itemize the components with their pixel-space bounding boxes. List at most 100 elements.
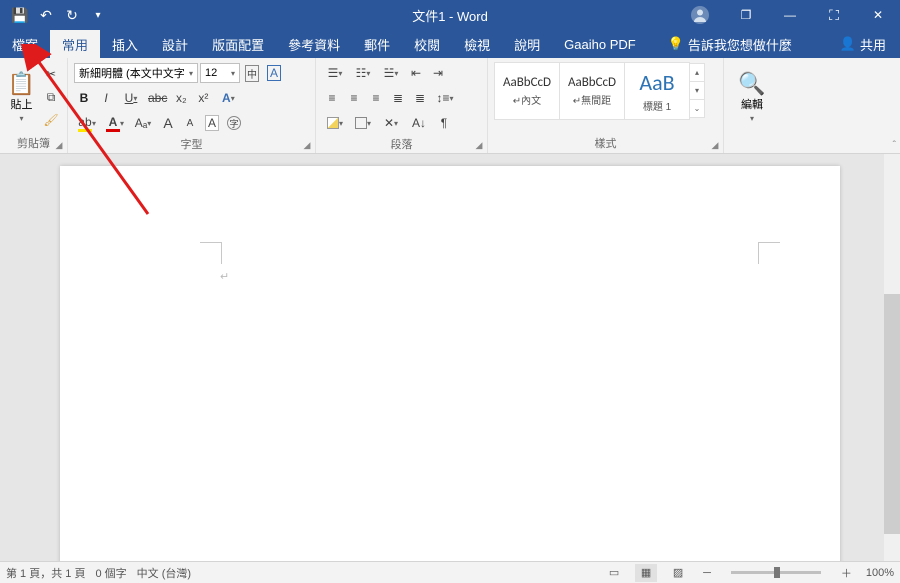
increase-indent-button[interactable]: ⇥ xyxy=(428,63,448,83)
underline-button[interactable]: U▾ xyxy=(118,88,144,108)
style-gallery-more[interactable]: ⌄ xyxy=(689,99,705,118)
text-effects-button[interactable]: A▾ xyxy=(215,88,241,108)
tab-view[interactable]: 檢視 xyxy=(452,30,502,58)
style-normal[interactable]: AaBbCcD ↵內文 xyxy=(494,62,560,120)
editing-button[interactable]: 🔍 編輯 ▾ xyxy=(732,62,772,132)
align-right-button[interactable]: ≡ xyxy=(366,88,386,108)
tab-file[interactable]: 檔案 xyxy=(0,30,50,58)
qat-more-icon[interactable]: ▾ xyxy=(86,3,110,27)
copy-button[interactable]: ⧉ xyxy=(41,87,61,107)
redo-icon[interactable]: ↻ xyxy=(60,3,84,27)
lightbulb-icon: 💡 xyxy=(668,36,684,52)
share-button[interactable]: 👤 共用 xyxy=(826,30,900,58)
tab-home[interactable]: 常用 xyxy=(50,30,100,58)
shading-button[interactable]: ▾ xyxy=(322,113,348,133)
clipboard-dialog-launcher[interactable]: ◢ xyxy=(53,139,65,151)
align-center-button[interactable]: ≡ xyxy=(344,88,364,108)
char-border-button[interactable]: A xyxy=(264,63,284,83)
format-painter-button[interactable]: 🖌 xyxy=(41,110,61,130)
italic-button[interactable]: I xyxy=(96,88,116,108)
highlight-button[interactable]: ab▾ xyxy=(74,113,100,133)
tab-gaaiho-pdf[interactable]: Gaaiho PDF xyxy=(552,30,648,58)
shrink-font-button[interactable]: A xyxy=(180,113,200,133)
style-heading-1[interactable]: AaB 標題 1 xyxy=(624,62,690,120)
paragraph-dialog-launcher[interactable]: ◢ xyxy=(473,139,485,151)
multilevel-button[interactable]: ☱▾ xyxy=(378,63,404,83)
font-dialog-launcher[interactable]: ◢ xyxy=(301,139,313,151)
tab-layout[interactable]: 版面配置 xyxy=(200,30,276,58)
minimize-icon[interactable]: — xyxy=(768,0,812,30)
tab-design[interactable]: 設計 xyxy=(150,30,200,58)
style-preview: AaBbCcD xyxy=(503,75,551,90)
phonetic-icon: 中 xyxy=(245,65,259,82)
font-size-value: 12 xyxy=(205,67,217,79)
zoom-out-button[interactable]: ─ xyxy=(699,567,715,579)
cut-icon: ✂ xyxy=(46,67,56,81)
justify-button[interactable]: ≣ xyxy=(388,88,408,108)
user-account-icon[interactable] xyxy=(684,3,716,27)
show-marks-button[interactable]: ¶ xyxy=(434,113,454,133)
style-no-spacing[interactable]: AaBbCcD ↵無間距 xyxy=(559,62,625,120)
view-read-mode[interactable]: ▭ xyxy=(603,564,625,582)
line-spacing-button[interactable]: ↕≡▾ xyxy=(432,88,458,108)
status-language[interactable]: 中文 (台灣) xyxy=(137,565,191,581)
zoom-thumb[interactable] xyxy=(774,567,780,578)
decrease-indent-button[interactable]: ⇤ xyxy=(406,63,426,83)
distribute-button[interactable]: ≣ xyxy=(410,88,430,108)
view-print-layout[interactable]: ▦ xyxy=(635,564,657,582)
tell-me-label: 告訴我您想做什麼 xyxy=(688,35,792,54)
zoom-slider[interactable] xyxy=(731,571,821,574)
styles-dialog-launcher[interactable]: ◢ xyxy=(709,139,721,151)
line-spacing-icon: ↕≡ xyxy=(436,91,449,105)
numbering-icon: ☷ xyxy=(356,66,367,80)
find-icon: 🔍 xyxy=(738,71,765,97)
strikethrough-button[interactable]: abc xyxy=(146,88,169,108)
change-case-button[interactable]: Aₐ▾ xyxy=(130,113,156,133)
status-word-count[interactable]: 0 個字 xyxy=(95,565,126,581)
zoom-level[interactable]: 100% xyxy=(866,567,894,579)
group-editing-label xyxy=(730,137,774,151)
clear-formatting-button[interactable]: A xyxy=(202,113,222,133)
bullets-button[interactable]: ☰▾ xyxy=(322,63,348,83)
style-row-down[interactable]: ▾ xyxy=(689,81,705,100)
web-layout-icon: ▨ xyxy=(673,566,683,579)
tab-insert[interactable]: 插入 xyxy=(100,30,150,58)
tab-references[interactable]: 參考資料 xyxy=(276,30,352,58)
grow-font-button[interactable]: A xyxy=(158,113,178,133)
cut-button[interactable]: ✂ xyxy=(41,64,61,84)
maximize-icon[interactable]: ⛶ xyxy=(812,0,856,30)
superscript-button[interactable]: x² xyxy=(193,88,213,108)
font-name-selector[interactable]: 新細明體 (本文中文字▾ xyxy=(74,63,198,83)
tab-review[interactable]: 校閱 xyxy=(402,30,452,58)
font-size-selector[interactable]: 12▾ xyxy=(200,63,240,83)
phonetic-guide-button[interactable]: 中 xyxy=(242,63,262,83)
share-icon: 👤 xyxy=(840,36,856,52)
scrollbar-thumb[interactable] xyxy=(884,294,900,534)
zoom-in-button[interactable]: ＋ xyxy=(837,565,856,581)
asian-layout-button[interactable]: ✕▾ xyxy=(378,113,404,133)
save-icon[interactable]: 💾 xyxy=(8,3,32,27)
tab-help[interactable]: 說明 xyxy=(502,30,552,58)
enclose-char-button[interactable]: 字 xyxy=(224,113,244,133)
align-left-button[interactable]: ≡ xyxy=(322,88,342,108)
vertical-scrollbar[interactable] xyxy=(884,154,900,561)
style-row-up[interactable]: ▴ xyxy=(689,63,705,82)
view-web-layout[interactable]: ▨ xyxy=(667,564,689,582)
status-page[interactable]: 第 1 頁，共 1 頁 xyxy=(6,565,85,581)
borders-button[interactable]: ▾ xyxy=(350,113,376,133)
collapse-ribbon-button[interactable]: ˆ xyxy=(893,140,896,151)
ribbon-display-icon[interactable]: ❐ xyxy=(724,0,768,30)
close-icon[interactable]: ✕ xyxy=(856,0,900,30)
font-color-button[interactable]: A▾ xyxy=(102,113,128,133)
tab-mailings[interactable]: 郵件 xyxy=(352,30,402,58)
subscript-button[interactable]: x₂ xyxy=(171,88,191,108)
numbering-button[interactable]: ☷▾ xyxy=(350,63,376,83)
sort-icon: A↓ xyxy=(412,116,426,130)
paste-button[interactable]: 📋 貼上 ▾ xyxy=(6,62,37,132)
bold-button[interactable]: B xyxy=(74,88,94,108)
tell-me-search[interactable]: 💡 告訴我您想做什麼 xyxy=(656,30,804,58)
sort-button[interactable]: A↓ xyxy=(406,113,432,133)
undo-icon[interactable]: ↶ xyxy=(34,3,58,27)
copy-icon: ⧉ xyxy=(47,90,56,105)
page[interactable]: ↵ xyxy=(60,166,840,561)
